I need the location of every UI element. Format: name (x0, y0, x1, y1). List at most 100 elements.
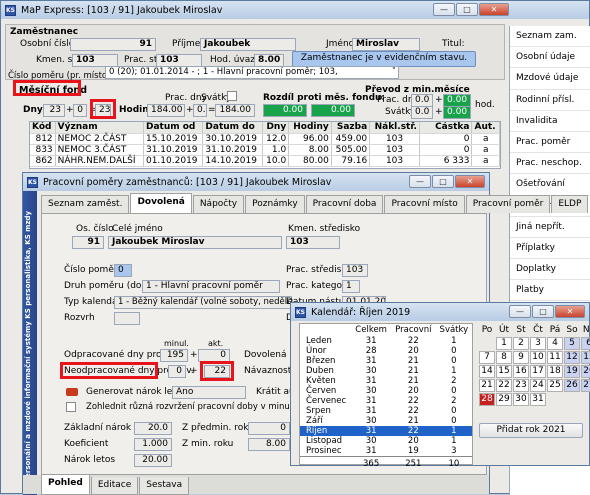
month-row[interactable]: Srpen 31 22 0 (300, 406, 472, 416)
table-header[interactable]: Dny (262, 122, 290, 134)
maximize-icon[interactable]: □ (456, 3, 478, 16)
sidebar-item[interactable]: Mzdové údaje (510, 68, 590, 90)
tab-2[interactable]: Nápočty (192, 195, 245, 213)
month-row[interactable]: Březen 31 21 0 (300, 356, 472, 366)
tab-6[interactable]: Pracovní poměr (465, 195, 551, 213)
day-cell[interactable]: 7 (479, 351, 495, 364)
tab-7[interactable]: ELDP (551, 195, 589, 213)
day-cell[interactable]: 28 (479, 393, 495, 406)
close-icon-2[interactable]: ✕ (455, 175, 485, 188)
day-cell[interactable]: 20 (581, 365, 590, 378)
bottom-tab-1[interactable]: Editace (90, 477, 139, 495)
day-cell[interactable]: 25 (547, 379, 563, 392)
tab-0[interactable]: Seznam zaměst. (41, 195, 130, 213)
chevron-down-icon[interactable]: ˅ (392, 67, 396, 78)
maximize-icon-2[interactable]: □ (432, 175, 454, 188)
table-header[interactable]: Hodiny (288, 122, 332, 134)
month-row[interactable]: Květen 31 21 2 (300, 376, 472, 386)
day-cell[interactable]: 12 (564, 351, 580, 364)
close-icon-3[interactable]: ✕ (555, 305, 585, 318)
main-titlebar[interactable]: KS MaP Express: [103 / 91] Jakoubek Miro… (1, 1, 589, 19)
calendar-titlebar[interactable]: KS Kalendář: Říjen 2019 — □ ✕ (291, 303, 589, 321)
day-cell[interactable]: 26 (564, 379, 580, 392)
day-cell[interactable]: 21 (479, 379, 495, 392)
month-row[interactable]: Únor 28 20 0 (300, 346, 472, 356)
sidebar-item[interactable]: Invalidita (510, 111, 590, 132)
day-cell[interactable]: 15 (496, 365, 512, 378)
day-cell[interactable]: 11 (547, 351, 563, 364)
month-row[interactable]: Duben 30 21 1 (300, 366, 472, 376)
sidebar-item[interactable]: Osobní údaje (510, 47, 590, 69)
table-header[interactable]: Kód (30, 122, 56, 134)
tab-1[interactable]: Dovolená (130, 193, 192, 213)
table-header[interactable]: Význam (55, 122, 144, 134)
close-icon[interactable]: ✕ (479, 3, 509, 16)
day-cell[interactable]: 6 (581, 337, 590, 350)
table-header[interactable]: Sazba (331, 122, 371, 134)
day-cell[interactable]: 29 (496, 393, 512, 406)
day-cell[interactable]: 8 (496, 351, 512, 364)
sidebar-item[interactable]: Prac. poměr (510, 132, 590, 154)
sidebar-item[interactable]: Jiná nepřít. (510, 217, 590, 238)
day-cell[interactable]: 23 (513, 379, 529, 392)
table-row[interactable]: 812 NEMOC 2.ČÁST 15.10.2019 30.10.2019 12.0 9… (30, 133, 500, 145)
tab-4[interactable]: Pracovní doba (305, 195, 384, 213)
month-row[interactable]: Prosinec 31 19 3 (300, 446, 472, 457)
narok-letos-label: Nárok letos (64, 455, 116, 465)
tab-3[interactable]: Poznámky (245, 195, 305, 213)
table-header[interactable]: Aut. (471, 122, 500, 134)
month-row[interactable]: Červen 30 20 0 (300, 386, 472, 396)
zohlednit-checkbox[interactable] (66, 402, 76, 412)
table-header[interactable]: Datum do (202, 122, 263, 134)
minimize-icon-3[interactable]: — (509, 305, 531, 318)
day-cell[interactable]: 1 (496, 337, 512, 350)
sidebar-item[interactable]: Příplatky (510, 238, 590, 260)
day-cell[interactable]: 4 (547, 337, 563, 350)
month-row[interactable]: Listopad 30 20 1 (300, 436, 472, 446)
table-cell: 833 (30, 144, 56, 156)
day-cell[interactable]: 27 (581, 379, 590, 392)
day-cell[interactable]: 2 (513, 337, 529, 350)
month-row[interactable]: Říjen 31 22 1 (300, 426, 472, 436)
bottom-tab-2[interactable]: Sestava (139, 477, 190, 495)
day-cell[interactable]: 30 (513, 393, 529, 406)
day-cell[interactable]: 17 (530, 365, 546, 378)
day-cell[interactable]: 10 (530, 351, 546, 364)
day-cell[interactable]: 24 (530, 379, 546, 392)
status-button[interactable]: Zaměstnanec je v evidenčním stavu. (292, 51, 476, 67)
add-year-button[interactable]: Přidat rok 2021 (479, 423, 583, 438)
pp-titlebar[interactable]: KS Pracovní poměry zaměstnanců: [103 / 9… (23, 173, 489, 191)
sidebar-item[interactable]: Seznam zam. (510, 26, 590, 48)
table-row[interactable]: 833 NEMOC 3.ČÁST 31.10.2019 31.10.2019 1.0 8.… (30, 144, 500, 156)
sidebar-item[interactable]: Rodinní přísl. (510, 90, 590, 111)
table-header[interactable]: Částka (419, 122, 473, 134)
month-row[interactable]: Září 30 21 0 (300, 416, 472, 426)
table-header[interactable]: Datum od (143, 122, 204, 134)
day-cell[interactable]: 31 (530, 393, 546, 406)
day-cell[interactable]: 3 (530, 337, 546, 350)
day-cell[interactable]: 19 (564, 365, 580, 378)
month-cell: 21 (407, 356, 419, 366)
day-cell[interactable]: 13 (581, 351, 590, 364)
table-row[interactable]: 862 NÁHR.NEM.DALŠÍ 01.10.2019 14.10.2019 10.… (30, 155, 500, 167)
maximize-icon-3[interactable]: □ (532, 305, 554, 318)
day-cell[interactable]: 14 (479, 365, 495, 378)
sidebar-item[interactable]: Prac. neschop. (510, 153, 590, 175)
cislo-pomeru-pp-field[interactable]: 0 (114, 264, 132, 277)
day-cell[interactable]: 18 (547, 365, 563, 378)
minimize-icon[interactable]: — (433, 3, 455, 16)
svatky-checkbox[interactable] (227, 91, 237, 101)
month-row[interactable]: Červenec 31 22 2 (300, 396, 472, 406)
sidebar-item[interactable]: Platby (510, 280, 590, 302)
tab-5[interactable]: Pracovní místo (384, 195, 465, 213)
day-cell[interactable]: 22 (496, 379, 512, 392)
day-cell[interactable]: 5 (564, 337, 580, 350)
bottom-tab-0[interactable]: Pohled (41, 475, 90, 495)
day-cell[interactable]: 9 (513, 351, 529, 364)
month-row[interactable]: Leden 31 22 1 (300, 336, 472, 346)
day-cell[interactable]: 16 (513, 365, 529, 378)
table-header[interactable]: Nákl.stř. (369, 122, 420, 134)
sidebar-item[interactable]: Doplatky (510, 259, 590, 281)
cislo-pomeru-select[interactable]: 0 (20); 01.01.2014 - ; 1 - Hlavní pracov… (105, 66, 399, 79)
minimize-icon-2[interactable]: — (409, 175, 431, 188)
